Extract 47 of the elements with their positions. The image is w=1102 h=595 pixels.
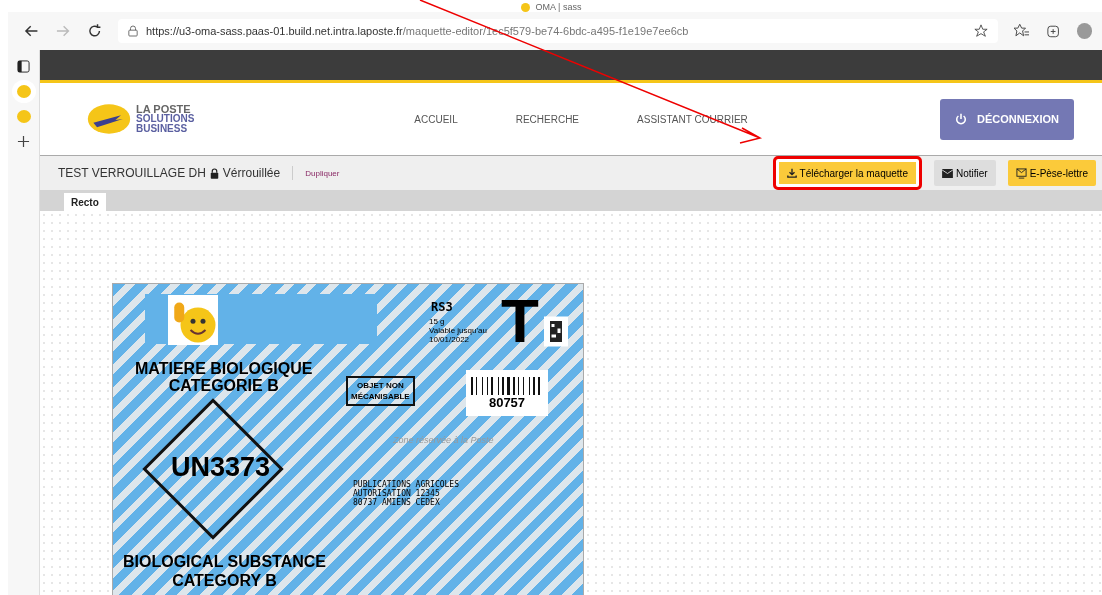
barcode-icon: [471, 376, 543, 395]
un-code: UN3373: [171, 452, 271, 483]
address-line: PUBLICATIONS AGRICOLES: [353, 480, 459, 489]
logout-button[interactable]: DÉCONNEXION: [940, 98, 1074, 140]
heading-text: CATEGORIE B: [168, 377, 279, 394]
validity-text: Valable jusqu'au: [429, 326, 487, 335]
profile-avatar[interactable]: [1076, 23, 1092, 39]
download-icon: [786, 168, 797, 178]
scale-button[interactable]: E-Pèse-lettre: [1007, 160, 1096, 186]
address-line: 80737 AMIENS CEDEX: [353, 498, 441, 507]
logo-icon: [86, 102, 132, 136]
stamp-text: OBJET NON: [357, 380, 404, 391]
nav-link[interactable]: ACCUEIL: [414, 113, 458, 125]
reload-icon[interactable]: [86, 23, 102, 39]
logo-subtext: BUSINESS: [136, 124, 189, 134]
weight-text: 15 g: [429, 317, 446, 326]
favicon-icon: [520, 3, 530, 12]
date-text: 10/01/2022: [429, 335, 471, 344]
stamp-text: MÉCANISABLE: [351, 391, 410, 402]
collections-icon[interactable]: [1045, 23, 1061, 39]
barcode-number: 80757: [488, 394, 526, 410]
download-button[interactable]: Télécharger la maquette: [772, 156, 922, 190]
power-icon: [955, 113, 968, 125]
service-letter: T: [501, 290, 539, 352]
model-title: TEST VERROUILLAGE DH: [58, 166, 206, 180]
favorite-star-icon[interactable]: [974, 24, 988, 38]
nav-link[interactable]: RECHERCHE: [515, 113, 580, 125]
heading-text: BIOLOGICAL SUBSTANCE: [123, 552, 326, 571]
heading-text: CATEGORY B: [172, 571, 277, 590]
new-tab-icon[interactable]: [17, 135, 30, 148]
service-code: RS3: [431, 300, 453, 314]
tab-actions-icon[interactable]: [17, 60, 30, 73]
lock-icon: [128, 25, 138, 37]
heading-text: MATIERE BIOLOGIQUE: [135, 360, 313, 377]
thumbs-up-emoji-drawing: [167, 295, 219, 345]
address-line: AUTORISATION 12345: [353, 489, 441, 498]
favorites-icon[interactable]: [1014, 23, 1030, 39]
back-icon[interactable]: [24, 23, 40, 39]
logo-subtext: SOLUTIONS: [136, 114, 195, 124]
duplicate-link[interactable]: Dupliquer: [305, 168, 340, 178]
scale-icon: [1015, 167, 1027, 179]
page-tab[interactable]: Recto: [64, 193, 106, 211]
lock-status: Vérrouillée: [222, 166, 281, 180]
logo-text: LA POSTE: [136, 104, 192, 114]
envelope-icon: [941, 168, 953, 178]
browser-tab-title[interactable]: OMA | sass: [535, 2, 582, 12]
notify-button[interactable]: Notifier: [933, 160, 996, 186]
